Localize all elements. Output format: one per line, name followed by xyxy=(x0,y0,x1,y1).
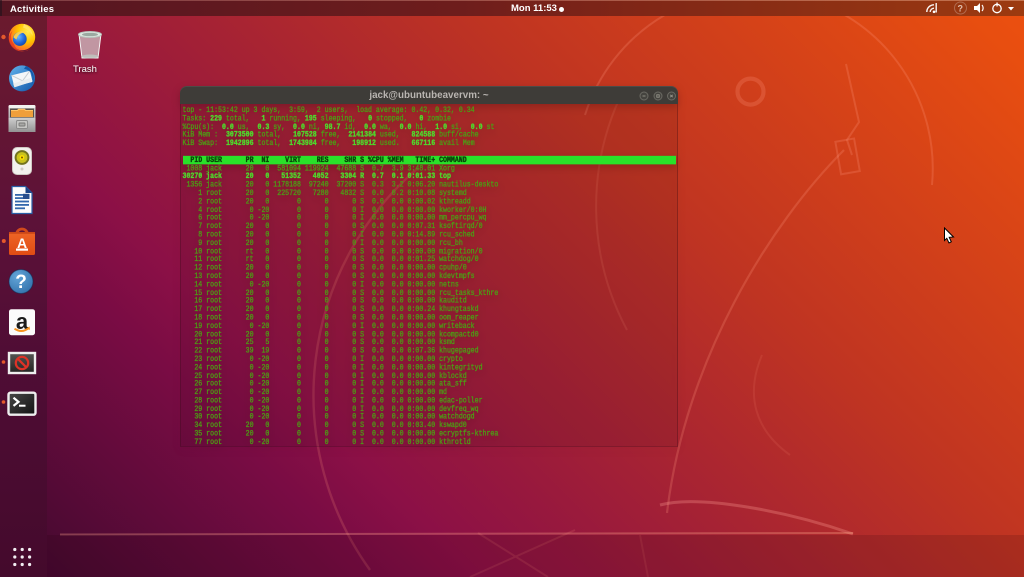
svg-text:?: ? xyxy=(958,4,964,14)
svg-text:?: ? xyxy=(15,272,27,293)
